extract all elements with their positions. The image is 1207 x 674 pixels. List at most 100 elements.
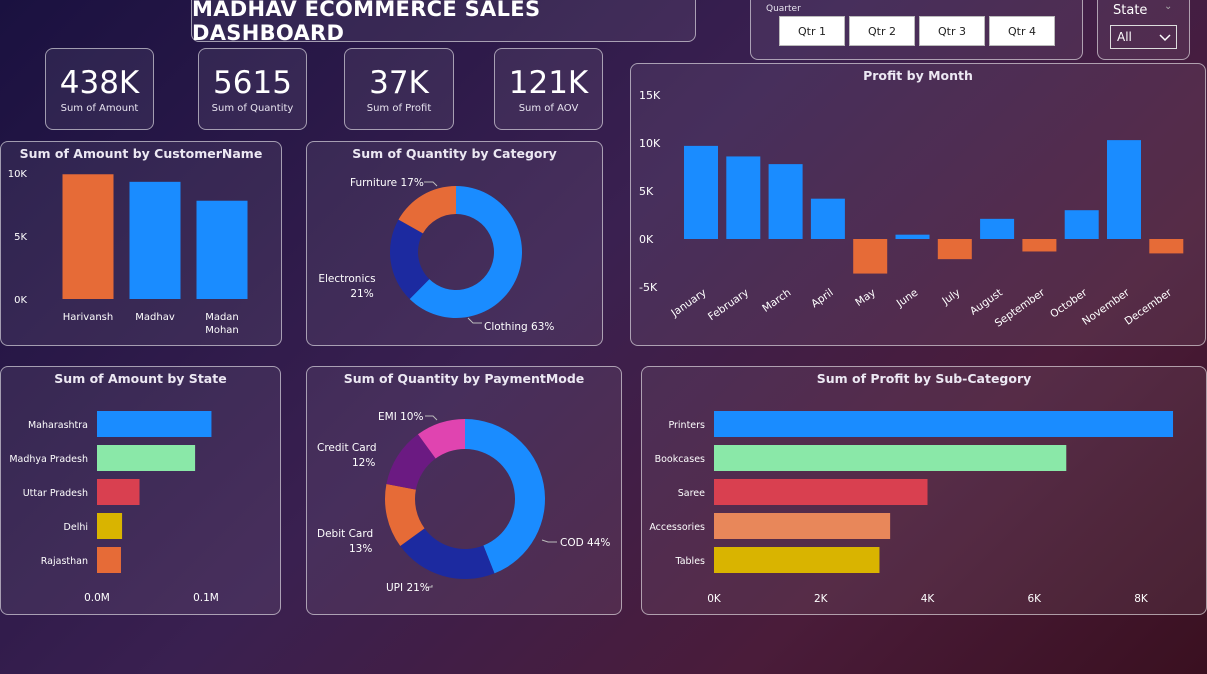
x-tick-label: May — [853, 287, 878, 309]
x-tick-label: Mohan — [205, 325, 239, 336]
chart-panel-subcat: Sum of Profit by Sub-Category Printers Bo… — [641, 366, 1207, 615]
bar — [196, 200, 248, 299]
x-tick-label: February — [706, 287, 751, 324]
leader-line — [424, 181, 438, 187]
kpi-label: Sum of AOV — [518, 102, 579, 114]
bar — [97, 547, 121, 573]
bar — [97, 513, 123, 539]
data-label: Electronics — [318, 273, 375, 285]
bar — [97, 479, 140, 505]
y-tick-label: Saree — [678, 488, 705, 499]
kpi-card-profit: 37K Sum of Profit — [344, 48, 454, 130]
kpi-value: 121K — [508, 64, 589, 101]
data-label: 12% — [352, 457, 375, 469]
state-bar-chart: Maharashtra Madhya Pradesh Uttar Pradesh De… — [9, 411, 219, 604]
month-bar-chart: -5K 0K 5K 10K 15K JanuaryFebruary March April Ma… — [639, 89, 1184, 330]
y-tick-label: Delhi — [64, 522, 88, 533]
quarter-button-4[interactable]: Qtr 4 — [989, 16, 1055, 46]
data-label: EMI 10% — [378, 411, 423, 423]
quarter-button-3[interactable]: Qtr 3 — [919, 16, 985, 46]
data-label: 13% — [349, 543, 372, 555]
kpi-label: Sum of Profit — [366, 102, 432, 114]
chevron-down-icon — [1159, 34, 1171, 42]
y-tick-label: Accessories — [649, 522, 705, 533]
data-label: UPI 21% — [386, 582, 430, 594]
bar — [684, 145, 718, 239]
chart-panel-state: Sum of Amount by State Maharashtra Madhya… — [0, 366, 281, 615]
bar — [768, 164, 803, 239]
x-tick-label: June — [894, 287, 920, 311]
data-label: Credit Card — [317, 442, 376, 454]
y-tick-label: Bookcases — [655, 454, 705, 465]
kpi-label: Sum of Quantity — [211, 102, 294, 114]
bar — [129, 181, 181, 299]
kpi-value: 37K — [369, 64, 429, 101]
bar — [980, 218, 1015, 239]
y-tick-label: 5K — [639, 185, 654, 198]
x-tick-label: 6K — [1027, 593, 1042, 605]
leader-line — [425, 415, 438, 421]
bar — [937, 239, 972, 260]
state-dropdown[interactable]: All — [1110, 25, 1177, 49]
bar — [97, 445, 196, 471]
x-tick-label: April — [809, 287, 836, 311]
category-donut-chart: Clothing 63% Electronics 21% Furniture 17% — [318, 177, 554, 333]
quarter-slicer-label: Quarter — [766, 4, 801, 14]
bar — [714, 445, 1067, 471]
data-label: Furniture 17% — [350, 177, 424, 189]
y-tick-label: 0K — [14, 295, 27, 306]
state-slicer: State ⌄ All — [1097, 0, 1190, 60]
x-tick-label: December — [1123, 286, 1175, 327]
quarter-button-2[interactable]: Qtr 2 — [849, 16, 915, 46]
y-tick-label: 10K — [639, 137, 661, 150]
bar — [714, 547, 880, 573]
bar — [726, 156, 761, 239]
subcategory-bar-chart: Printers Bookcases Saree Accessories Tables 0… — [649, 411, 1174, 605]
kpi-card-quantity: 5615 Sum of Quantity — [198, 48, 307, 130]
y-tick-label: Madhya Pradesh — [9, 454, 88, 465]
y-tick-label: -5K — [639, 281, 658, 294]
x-tick-label: 2K — [814, 593, 829, 605]
bar — [810, 198, 845, 239]
chart-panel-customer: Sum of Amount by CustomerName 0K 5K 10K Har… — [0, 141, 282, 346]
x-tick-label: 4K — [921, 593, 936, 605]
data-label: 21% — [350, 288, 373, 300]
donut-slice — [400, 528, 495, 579]
leader-line — [467, 317, 482, 324]
bar — [97, 411, 212, 437]
kpi-label: Sum of Amount — [60, 102, 139, 114]
bar — [853, 239, 888, 274]
x-tick-label: January — [668, 287, 708, 320]
bar — [714, 479, 928, 505]
chevron-down-icon[interactable]: ⌄ — [1164, 1, 1172, 12]
bar — [62, 174, 114, 299]
bar — [1107, 140, 1141, 239]
data-label: Debit Card — [317, 528, 373, 540]
x-tick-label: 8K — [1134, 593, 1149, 605]
state-dropdown-value: All — [1117, 30, 1132, 44]
bar — [1149, 239, 1184, 254]
y-tick-label: 10K — [8, 169, 28, 180]
bar — [714, 411, 1174, 437]
kpi-value: 438K — [59, 64, 140, 101]
x-tick-label: Madhav — [135, 312, 175, 323]
x-tick-label: March — [760, 287, 793, 315]
state-slicer-label: State — [1113, 3, 1148, 18]
y-tick-label: Uttar Pradesh — [23, 488, 88, 499]
y-tick-label: Rajasthan — [41, 556, 88, 567]
data-label: COD 44% — [560, 537, 610, 549]
x-tick-label: July — [939, 287, 962, 308]
y-tick-label: 15K — [639, 89, 661, 102]
y-tick-label: Tables — [674, 556, 705, 567]
bar — [1022, 239, 1057, 252]
payment-donut-chart: COD 44% UPI 21% Debit Card 13% Credit Card 12… — [317, 411, 610, 594]
leader-line — [541, 539, 557, 543]
quarter-button-1[interactable]: Qtr 1 — [779, 16, 845, 46]
bar — [1064, 210, 1099, 239]
dashboard-title: MADHAV ECOMMERCE SALES DASHBOARD — [191, 0, 696, 45]
chart-panel-payment: Sum of Quantity by PaymentMode COD 44% UP… — [306, 366, 622, 615]
x-tick-label: 0.1M — [193, 592, 219, 604]
kpi-value: 5615 — [213, 64, 292, 101]
data-label: Clothing 63% — [484, 321, 554, 333]
x-tick-label: 0K — [707, 593, 722, 605]
